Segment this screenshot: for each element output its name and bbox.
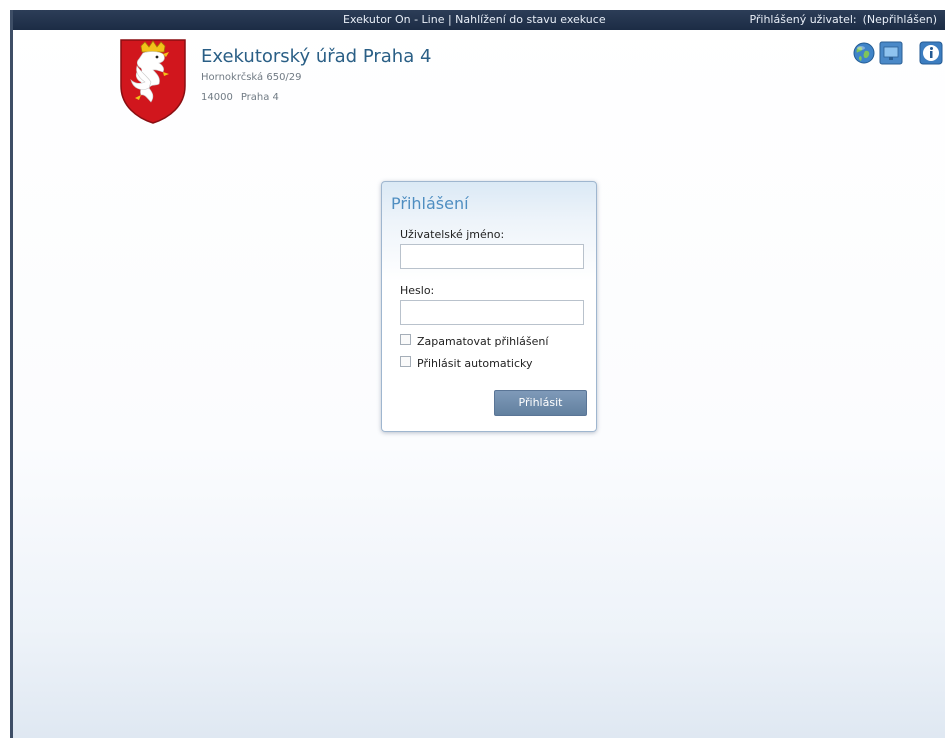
globe-icon[interactable] <box>852 41 876 65</box>
remember-login-checkbox[interactable] <box>400 334 411 345</box>
username-label: Uživatelské jméno: <box>400 228 505 241</box>
logged-user-value: (Nepřihlášen) <box>862 13 937 26</box>
top-bar: Exekutor On - Line | Nahlížení do stavu … <box>13 10 945 30</box>
auto-login-checkbox[interactable] <box>400 356 411 367</box>
office-city: Praha 4 <box>240 92 279 103</box>
czech-lion-crest <box>120 39 186 124</box>
monitor-icon[interactable] <box>879 41 903 65</box>
info-icon[interactable] <box>919 41 943 65</box>
username-input[interactable] <box>400 244 584 269</box>
app-window: Exekutor On - Line | Nahlížení do stavu … <box>10 10 945 738</box>
office-name: Exekutorský úřad Praha 4 <box>201 46 432 67</box>
app-title: Exekutor On - Line | Nahlížení do stavu … <box>343 13 606 26</box>
remember-login-label[interactable]: Zapamatovat přihlášení <box>417 335 548 348</box>
auto-login-label[interactable]: Přihlásit automaticky <box>417 357 533 370</box>
login-button[interactable]: Přihlásit <box>494 390 587 416</box>
office-city-line: 14000 Praha 4 <box>201 92 279 103</box>
login-panel: Přihlášení Uživatelské jméno: Heslo: Zap… <box>381 181 597 432</box>
login-title: Přihlášení <box>391 194 469 213</box>
logged-user-label: Přihlášený uživatel: <box>749 13 857 26</box>
password-label: Heslo: <box>400 284 435 297</box>
office-address: Hornokrčská 650/29 <box>201 72 302 83</box>
office-zip: 14000 <box>201 92 233 103</box>
logged-user-info: Přihlášený uživatel: (Nepřihlášen) <box>749 10 943 30</box>
password-input[interactable] <box>400 300 584 325</box>
